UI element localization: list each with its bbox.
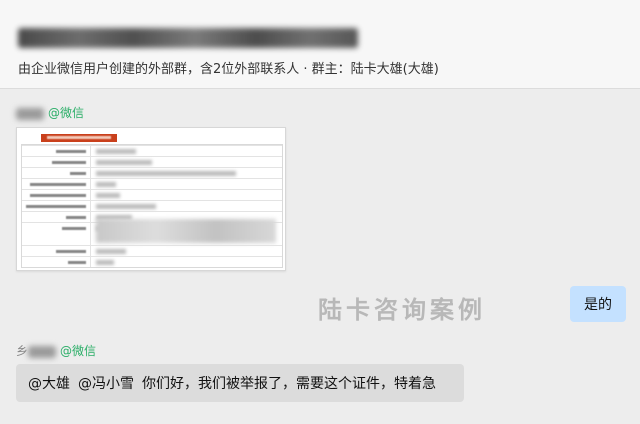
sender-name-prefix: 乡 (16, 344, 29, 358)
document-table (21, 144, 283, 268)
document-header-bar (41, 134, 117, 142)
message-text: 你们好，我们被举报了，需要这个证件，特着急 (142, 376, 436, 392)
wechat-tag: @微信 (60, 344, 97, 358)
sender-name-redacted (28, 345, 57, 358)
incoming-message-bubble[interactable]: @大雄 @冯小雪 你们好，我们被举报了，需要这个证件，特着急 (16, 364, 464, 402)
message-sender: 乡 @微信 (16, 342, 96, 359)
group-title-redacted (18, 28, 358, 48)
mention-user[interactable]: @冯小雪 (78, 373, 134, 393)
wechat-tag: @微信 (48, 106, 85, 120)
watermark: 陆卡咨询案例 (318, 296, 486, 324)
group-subtitle: 由企业微信用户创建的外部群，含2位外部联系人 · 群主：陆卡大雄(大雄) (18, 62, 439, 77)
chat-header: 由企业微信用户创建的外部群，含2位外部联系人 · 群主：陆卡大雄(大雄) (0, 0, 640, 89)
document-image-attachment[interactable] (16, 127, 286, 271)
self-message-bubble[interactable]: 是的 (570, 286, 626, 322)
sender-name-redacted (16, 107, 44, 120)
mention-user[interactable]: @大雄 (28, 373, 70, 393)
message-sender: @微信 (16, 104, 84, 121)
